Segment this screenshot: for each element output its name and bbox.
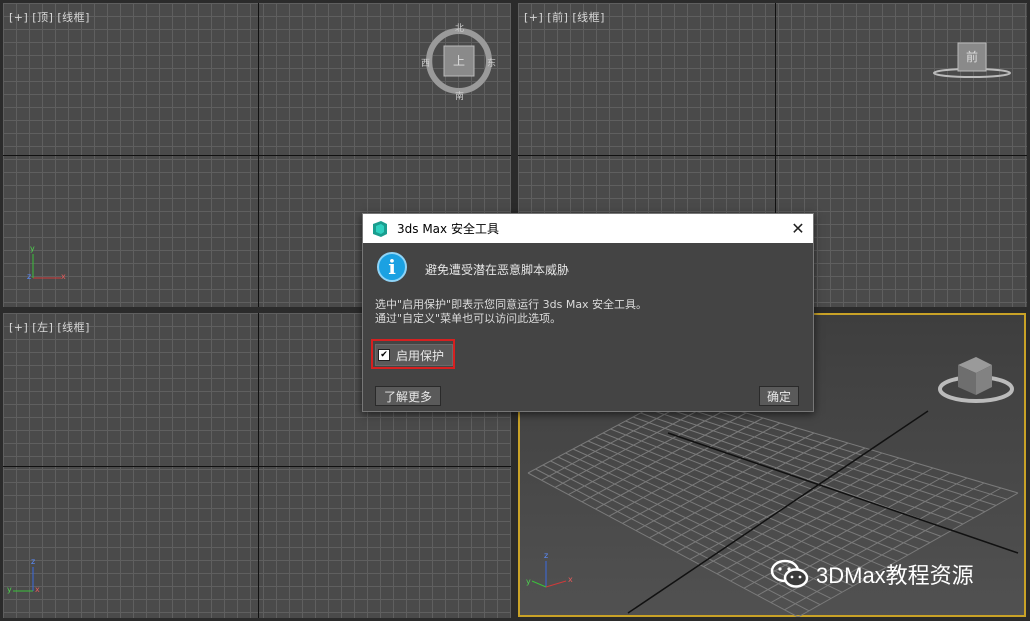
viewport-label[interactable]: [+] [前] [线框] <box>524 9 605 25</box>
compass-south: 南 <box>455 92 465 102</box>
dialog-headline: 避免遭受潜在恶意脚本威胁 <box>425 263 570 277</box>
world-axis-horizontal <box>3 155 511 156</box>
world-axis-vertical <box>258 3 259 307</box>
viewcube[interactable]: 上 北 南 东 西 <box>421 23 501 103</box>
checkbox-checkmark-icon: ✔ <box>378 349 390 361</box>
watermark-text: 3DMax教程资源 <box>816 563 974 588</box>
axis-y-label: y <box>30 244 35 253</box>
dialog-titlebar[interactable]: 3ds Max 安全工具 ✕ <box>363 214 813 243</box>
viewcube-face-label: 前 <box>966 50 979 64</box>
learn-more-button[interactable]: 了解更多 <box>375 386 441 406</box>
axis-tripod: y x z <box>27 244 67 282</box>
axis-z-label: z <box>31 557 36 566</box>
close-icon: ✕ <box>791 219 805 238</box>
axis-y-label: y <box>526 577 531 586</box>
axis-z-label: z <box>544 551 549 560</box>
wechat-icon <box>770 559 809 588</box>
watermark: 3DMax教程资源 <box>770 558 974 590</box>
3dsmax-app-icon <box>373 220 387 237</box>
security-tool-dialog: 3ds Max 安全工具 ✕ i 避免遭受潜在恶意脚本威胁 选中"启用保护"即表… <box>362 213 814 412</box>
dialog-title: 3ds Max 安全工具 <box>397 222 499 236</box>
ok-button[interactable]: 确定 <box>759 386 799 406</box>
viewcube-face-label: 上 <box>453 54 466 68</box>
axis-z-label: z <box>27 272 32 281</box>
enable-protection-checkbox[interactable]: ✔ 启用保护 <box>375 344 454 366</box>
viewport-label[interactable]: [+] [左] [线框] <box>9 319 90 335</box>
viewcube-3d-icon <box>938 357 1014 403</box>
viewcube[interactable]: 前 <box>932 39 1012 83</box>
axis-x-label: x <box>61 272 66 281</box>
compass-north: 北 <box>455 24 465 34</box>
world-axis-horizontal <box>3 466 511 467</box>
compass-east: 东 <box>487 59 497 69</box>
close-button[interactable]: ✕ <box>783 214 813 243</box>
axis-tripod: z y x <box>7 557 47 595</box>
info-icon: i <box>377 252 407 282</box>
world-axis-horizontal <box>518 155 1027 156</box>
enable-protection-label: 启用保护 <box>396 348 445 363</box>
world-axis-vertical <box>258 313 259 618</box>
dialog-description-line2: 通过"自定义"菜单也可以访问此选项。 <box>375 312 562 325</box>
axis-x-label: x <box>35 585 40 594</box>
axis-tripod: z x y <box>526 551 576 595</box>
viewport-label[interactable]: [+] [顶] [线框] <box>9 9 90 25</box>
axis-x-label: x <box>568 575 573 584</box>
viewcube[interactable] <box>936 349 1016 409</box>
axis-y-label: y <box>7 585 12 594</box>
compass-west: 西 <box>421 59 431 69</box>
axis-tripod-icon <box>13 567 34 592</box>
